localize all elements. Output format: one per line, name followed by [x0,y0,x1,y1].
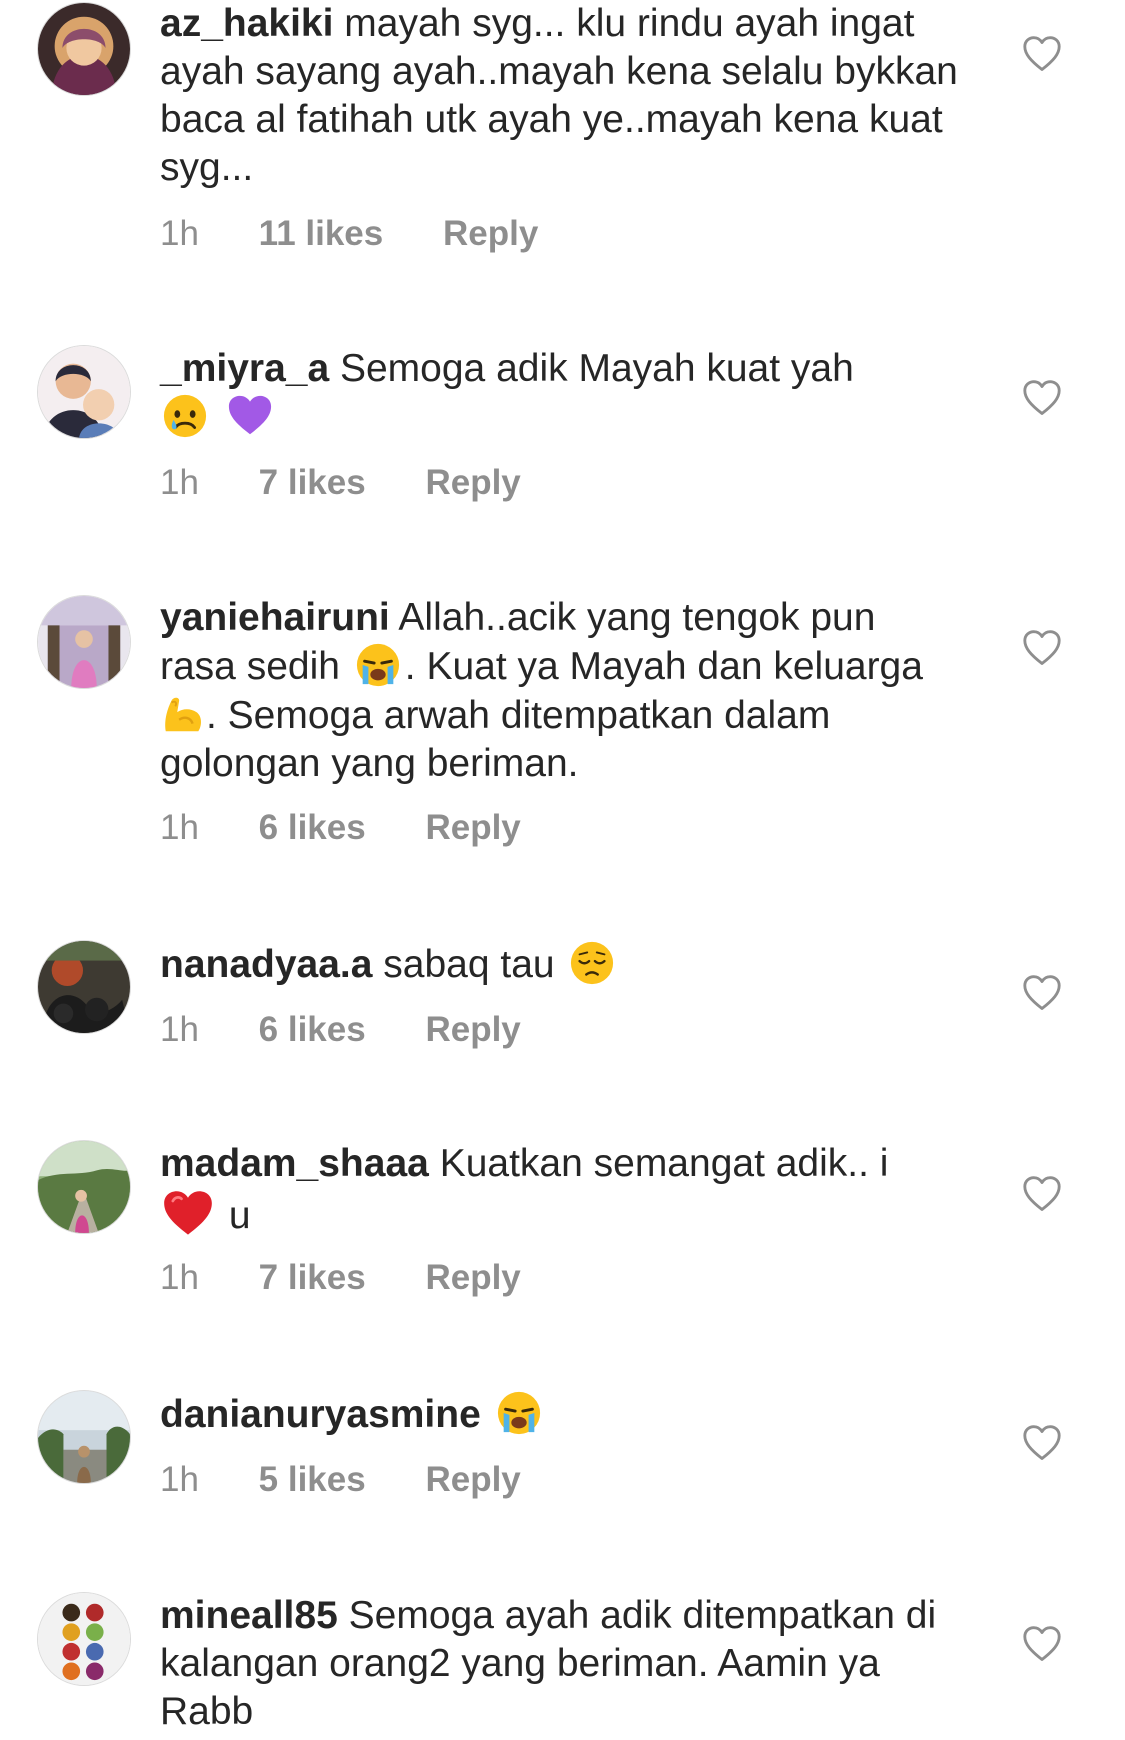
red-heart-emoji [162,1188,214,1240]
comment-text: _miyra_a Semoga adik Mayah kuat yah [160,345,960,442]
comment-likes[interactable]: 7 likes [259,1258,366,1298]
reply-button[interactable]: Reply [425,1010,520,1050]
comment-likes[interactable]: 6 likes [259,1010,366,1050]
comment-body: yaniehairuni Allah..acik yang tengok pun… [160,594,960,788]
comment-body: mineall85 Semoga ayah adik ditempatkan d… [160,1592,960,1736]
comment-username[interactable]: _miyra_a [160,347,329,390]
reply-button[interactable]: Reply [425,463,520,503]
crying-face-emoji [162,393,208,439]
flexed-biceps-emoji [160,691,206,737]
comment-text: az_hakiki mayah syg... klu rindu ayah in… [160,0,960,192]
avatar[interactable] [37,2,131,96]
comment-time: 1h [160,1258,199,1297]
loudly-crying-face-emoji [496,1390,542,1436]
comment-time: 1h [160,463,199,502]
comment-likes[interactable]: 11 likes [259,214,384,254]
comment-content: Semoga adik Mayah kuat yah [339,347,854,390]
comment-text: yaniehairuni Allah..acik yang tengok pun… [160,594,960,788]
comment-body: madam_shaaa Kuatkan semangat adik.. i u [160,1140,960,1240]
comment-meta: 1h 7 likes Reply [160,1258,521,1298]
comment-content: sabaq tau [383,943,566,986]
comment-meta: 1h 7 likes Reply [160,463,521,503]
heart-outline-icon[interactable] [1022,1425,1062,1461]
avatar[interactable] [37,595,131,689]
comment-time: 1h [160,1010,199,1049]
comment-content: Kuatkan semangat adik.. i [439,1142,889,1185]
pensive-face-emoji [569,940,615,986]
heart-outline-icon[interactable] [1022,1626,1062,1662]
comment-body: danianuryasmine [160,1390,960,1439]
reply-button[interactable]: Reply [425,1258,520,1298]
comment-text: madam_shaaa Kuatkan semangat adik.. i u [160,1140,960,1240]
comment-username[interactable]: az_hakiki [160,2,333,45]
reply-button[interactable]: Reply [425,808,520,848]
avatar[interactable] [37,940,131,1034]
avatar[interactable] [37,1390,131,1484]
reply-button[interactable]: Reply [425,1460,520,1500]
comment-body: nanadyaa.a sabaq tau [160,940,960,989]
reply-button[interactable]: Reply [443,214,538,254]
comment-username[interactable]: madam_shaaa [160,1142,429,1185]
avatar[interactable] [37,1140,131,1234]
comment-username[interactable]: yaniehairuni [160,596,390,639]
comment-text: danianuryasmine [160,1390,960,1439]
comment-text: mineall85 Semoga ayah adik ditempatkan d… [160,1592,960,1736]
comment-text: nanadyaa.a sabaq tau [160,940,960,989]
comment-username[interactable]: nanadyaa.a [160,943,372,986]
comment-meta: 1h 5 likes Reply [160,1460,521,1500]
comment-body: _miyra_a Semoga adik Mayah kuat yah [160,345,960,442]
heart-outline-icon[interactable] [1022,1176,1062,1212]
comment-meta: 1h 6 likes Reply [160,1010,521,1050]
comment-time: 1h [160,214,199,253]
comment-username[interactable]: mineall85 [160,1594,338,1637]
comment-meta: 1h 11 likes Reply [160,214,538,254]
comment-content: u [218,1194,251,1237]
heart-outline-icon[interactable] [1022,36,1062,72]
loudly-crying-face-emoji [355,642,401,688]
comment-content: . Semoga arwah ditempatkan dalam golonga… [160,694,831,785]
comment-likes[interactable]: 6 likes [259,808,366,848]
comment-time: 1h [160,808,199,847]
purple-heart-emoji [227,393,273,439]
comment-content: . Kuat ya Mayah dan keluarga [404,645,923,688]
comment-likes[interactable]: 7 likes [259,463,366,503]
comment-body: az_hakiki mayah syg... klu rindu ayah in… [160,0,960,192]
comment-username[interactable]: danianuryasmine [160,1393,481,1436]
comment-time: 1h [160,1460,199,1499]
comment-meta: 1h 6 likes Reply [160,808,521,848]
heart-outline-icon[interactable] [1022,630,1062,666]
avatar[interactable] [37,345,131,439]
heart-outline-icon[interactable] [1022,380,1062,416]
avatar[interactable] [37,1592,131,1686]
heart-outline-icon[interactable] [1022,975,1062,1011]
comment-likes[interactable]: 5 likes [259,1460,366,1500]
